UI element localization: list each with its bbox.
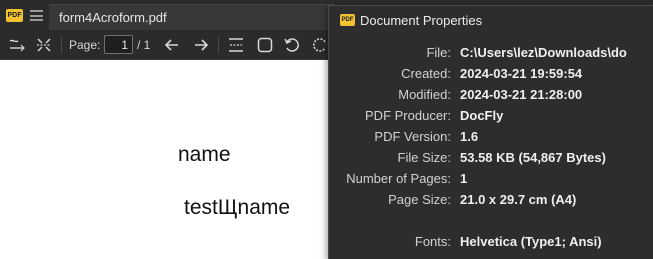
property-row-file-size: File Size: 53.58 KB (54,867 Bytes) [329,150,653,170]
property-row-pages: Number of Pages: 1 [329,171,653,191]
property-value: DocFly [460,108,504,123]
property-label: Fonts: [414,234,451,249]
property-label: File Size: [397,150,451,165]
property-value: 1 [460,171,468,186]
page-number-input[interactable] [104,35,133,54]
property-value: 21.0 x 29.7 cm (A4) [460,192,577,207]
page-total: / 1 [137,38,151,52]
property-label: Number of Pages: [346,171,451,186]
square-shape-icon[interactable] [256,36,274,54]
property-row-version: PDF Version: 1.6 [329,129,653,149]
property-value: 2024-03-21 21:28:00 [460,87,583,102]
fit-width-icon[interactable] [227,36,245,54]
property-label: PDF Version: [374,129,451,144]
rotate-right-icon[interactable] [311,36,329,54]
document-text-field: testЩname [184,196,291,219]
property-value: C:\Users\lez\Downloads\do [460,45,627,60]
dialog-logo-icon: PDF [340,14,355,26]
rotate-left-icon[interactable] [283,36,301,54]
app-logo-icon: PDF [6,9,23,22]
property-label: Modified: [398,87,451,102]
tab-document[interactable]: form4Acroform.pdf [49,4,334,31]
property-label: Page Size: [388,192,451,207]
back-arrow-icon[interactable] [163,36,181,54]
property-row-modified: Modified: 2024-03-21 21:28:00 [329,87,653,107]
property-label: File: [426,45,451,60]
property-value: 2024-03-21 19:59:54 [460,66,583,81]
property-value: 1.6 [460,129,479,144]
property-row-producer: PDF Producer: DocFly [329,108,653,128]
property-value: Helvetica (Type1; Ansi) [460,234,602,249]
hamburger-menu-icon[interactable] [30,10,43,21]
forward-arrow-icon[interactable] [192,36,210,54]
tab-title: form4Acroform.pdf [59,10,167,25]
toolbar-separator [61,37,62,53]
property-row-fonts: Fonts: Helvetica (Type1; Ansi) [329,234,653,254]
property-label: Created: [401,66,451,81]
document-text-name: name [178,143,231,166]
toolbar-separator [218,37,219,53]
dialog-title: Document Properties [360,13,483,28]
property-row-page-size: Page Size: 21.0 x 29.7 cm (A4) [329,192,653,212]
property-row-created: Created: 2024-03-21 19:59:54 [329,66,653,86]
text-select-icon[interactable] [8,36,26,54]
property-label: PDF Producer: [365,108,451,123]
page-label: Page: [69,38,101,52]
document-properties-dialog: PDF Document Properties File: C:\Users\l… [328,5,653,259]
property-row-file: File: C:\Users\lez\Downloads\do [329,45,653,65]
zoom-fit-icon[interactable] [35,36,53,54]
property-value: 53.58 KB (54,867 Bytes) [460,150,606,165]
